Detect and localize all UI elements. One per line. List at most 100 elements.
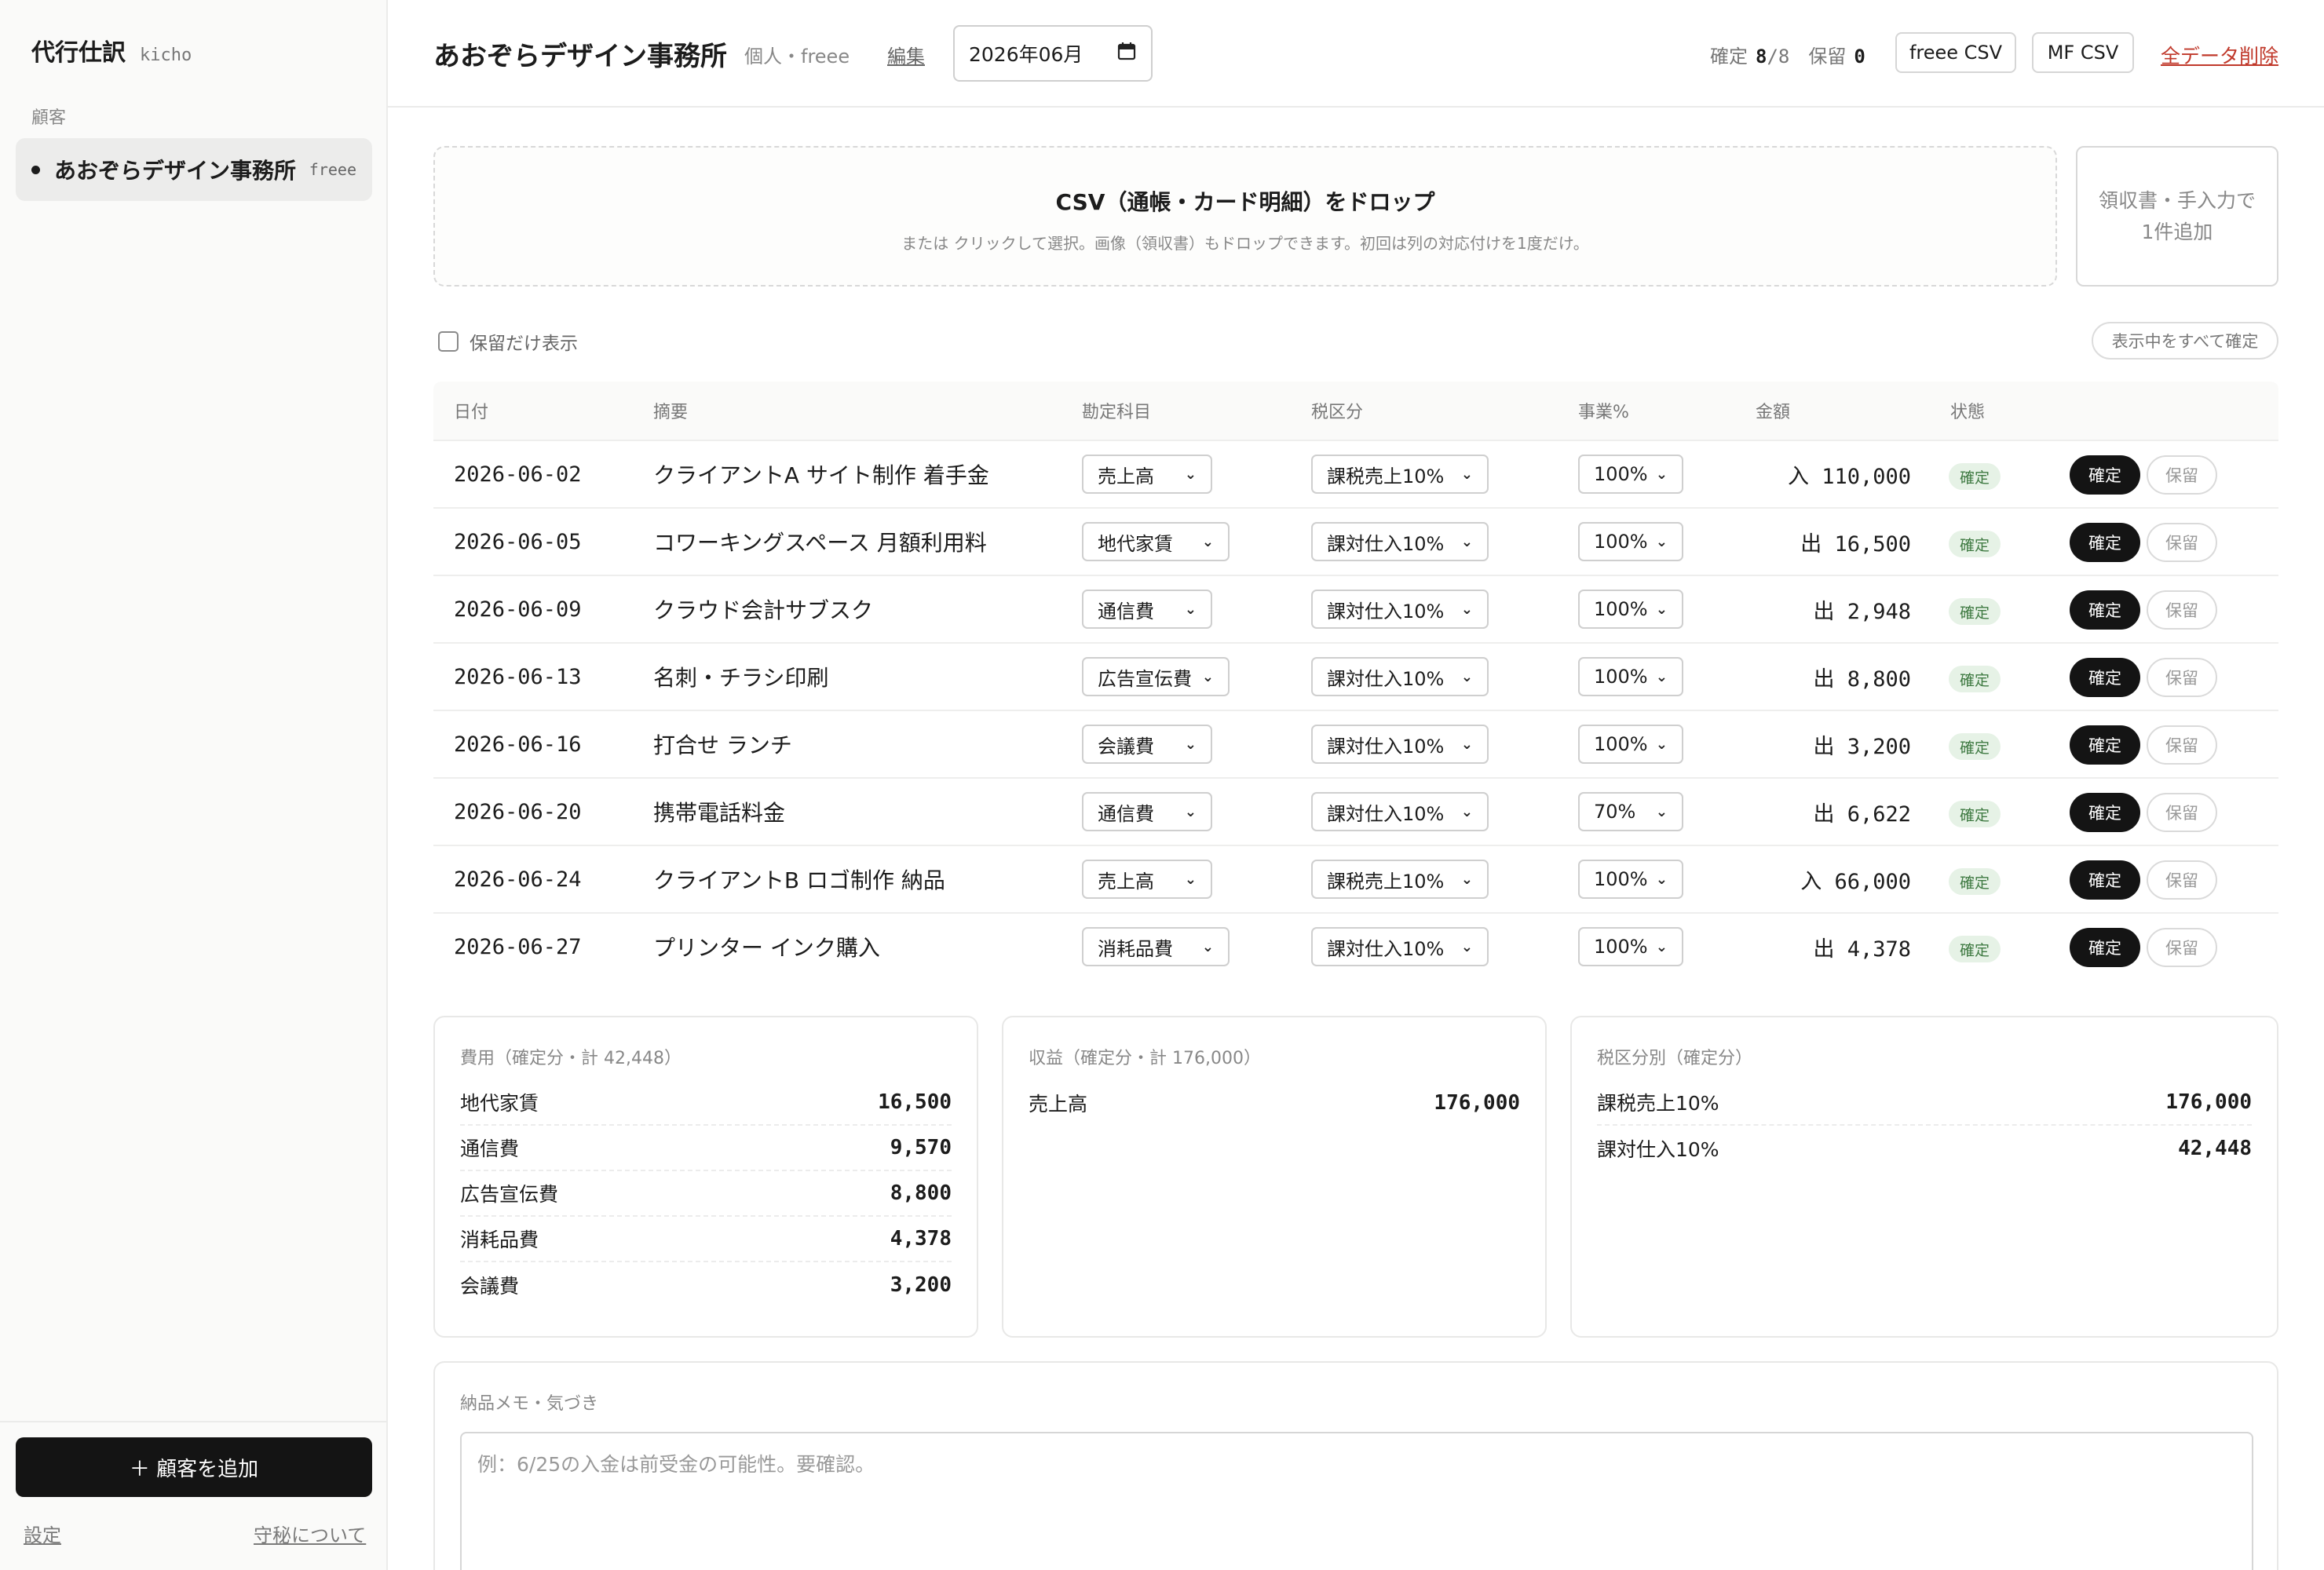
confirmed-total: /8 (1767, 46, 1790, 68)
expenses-title: 費用（確定分・計 42,448） (460, 1049, 681, 1068)
account-select[interactable]: 会議費 ⌄ (1082, 725, 1212, 764)
edit-link[interactable]: 編集 (887, 41, 925, 68)
chevron-down-icon: ⌄ (1184, 803, 1197, 820)
add-client-button[interactable]: ＋ 顧客を追加 (16, 1437, 372, 1497)
business-pct-select[interactable]: 100% ⌄ (1578, 522, 1683, 561)
business-pct-select-value: 100% (1594, 531, 1648, 553)
mf-csv-button[interactable]: MF CSV (2032, 32, 2134, 73)
dropzone-title: CSV（通帳・カード明細）をドロップ (1055, 189, 1435, 215)
confidentiality-link[interactable]: 守秘について (254, 1520, 366, 1547)
business-pct-select[interactable]: 100% ⌄ (1578, 455, 1683, 494)
account-select-value: 地代家賃 (1098, 532, 1173, 555)
hold-only-filter[interactable]: 保留だけ表示 (438, 328, 578, 355)
active-dot-icon (31, 165, 40, 174)
tax-select[interactable]: 課税売上10% ⌄ (1311, 455, 1489, 494)
hold-button[interactable]: 保留 (2147, 523, 2217, 562)
account-select[interactable]: 通信費 ⌄ (1082, 590, 1212, 629)
header-account: 勘定科目 (1082, 403, 1152, 422)
freee-csv-button[interactable]: freee CSV (1895, 32, 2016, 73)
business-pct-select[interactable]: 100% ⌄ (1578, 657, 1683, 696)
business-pct-select-value: 100% (1594, 598, 1648, 620)
business-pct-select[interactable]: 100% ⌄ (1578, 927, 1683, 966)
tax-select[interactable]: 課対仕入10% ⌄ (1311, 522, 1489, 561)
tax-select-value: 課対仕入10% (1327, 937, 1445, 960)
business-pct-select-value: 100% (1594, 463, 1648, 485)
chevron-down-icon: ⌄ (1201, 938, 1214, 955)
hold-button[interactable]: 保留 (2147, 455, 2217, 495)
row-description: プリンター インク購入 (653, 935, 880, 961)
status-counts: 確定 8/8 保留 0 (1710, 41, 1865, 68)
delete-all-link[interactable]: 全データ削除 (2161, 41, 2278, 69)
account-select-value: 売上高 (1098, 870, 1154, 893)
business-pct-select[interactable]: 100% ⌄ (1578, 590, 1683, 629)
tax-select-value: 課対仕入10% (1327, 802, 1445, 825)
summary-value: 8,800 (890, 1181, 952, 1205)
business-pct-select[interactable]: 100% ⌄ (1578, 860, 1683, 899)
hold-only-checkbox[interactable] (438, 331, 459, 352)
account-select[interactable]: 通信費 ⌄ (1082, 792, 1212, 831)
status-badge: 確定 (1949, 531, 2001, 557)
confirm-button[interactable]: 確定 (2070, 725, 2140, 765)
confirm-button[interactable]: 確定 (2070, 523, 2140, 562)
row-amount: 入 110,000 (1787, 464, 1911, 489)
header-tax: 税区分 (1311, 403, 1364, 422)
tax-category-list: 課税売上10% 176,000 課対仕入10% 42,448 (1597, 1080, 2252, 1171)
settings-link[interactable]: 設定 (24, 1520, 61, 1547)
account-select[interactable]: 消耗品費 ⌄ (1082, 927, 1230, 966)
confirm-button[interactable]: 確定 (2070, 590, 2140, 630)
dropzone-subtitle: または クリックして選択。画像（領収書）もドロップできます。初回は列の対応付けを… (901, 234, 1589, 253)
row-date: 2026-06-27 (454, 934, 582, 959)
tax-select[interactable]: 課対仕入10% ⌄ (1311, 657, 1489, 696)
manual-add-button[interactable]: 領収書・手入力で 1件追加 (2076, 146, 2278, 287)
chevron-down-icon: ⌄ (1184, 601, 1197, 618)
confirm-button[interactable]: 確定 (2070, 860, 2140, 900)
confirm-all-button[interactable]: 表示中をすべて確定 (2092, 322, 2278, 360)
csv-dropzone[interactable]: CSV（通帳・カード明細）をドロップ または クリックして選択。画像（領収書）も… (433, 146, 2057, 287)
table-row: 2026-06-16 打合せ ランチ 会議費 ⌄ 課対仕入10% ⌄ 100% ⌄ 出 3,20… (433, 710, 2278, 777)
confirm-button[interactable]: 確定 (2070, 928, 2140, 967)
tax-select[interactable]: 課対仕入10% ⌄ (1311, 927, 1489, 966)
confirm-button[interactable]: 確定 (2070, 455, 2140, 495)
hold-button[interactable]: 保留 (2147, 725, 2217, 765)
tax-select[interactable]: 課税売上10% ⌄ (1311, 860, 1489, 899)
business-pct-select-value: 100% (1594, 733, 1648, 755)
header: あおぞらデザイン事務所 個人・freee 編集 2026年06月 確定 8/8 … (388, 0, 2324, 108)
chevron-down-icon: ⌄ (1655, 736, 1668, 753)
month-picker[interactable]: 2026年06月 (953, 25, 1153, 82)
header-date: 日付 (454, 403, 489, 422)
chevron-down-icon: ⌄ (1460, 938, 1473, 955)
account-select[interactable]: 売上高 ⌄ (1082, 860, 1212, 899)
hold-button[interactable]: 保留 (2147, 590, 2217, 630)
account-select-value: 売上高 (1098, 465, 1154, 487)
memo-textarea[interactable]: 例：6/25の入金は前受金の可能性。要確認。 (460, 1432, 2253, 1570)
chevron-down-icon: ⌄ (1460, 871, 1473, 888)
summary-row: 広告宣伝費 8,800 (460, 1171, 952, 1217)
row-description: コワーキングスペース 月額利用料 (653, 530, 987, 556)
sidebar-item-client[interactable]: あおぞらデザイン事務所 freee (16, 138, 372, 201)
row-description: クライアントA サイト制作 着手金 (653, 462, 989, 488)
confirm-button[interactable]: 確定 (2070, 793, 2140, 832)
account-select[interactable]: 地代家賃 ⌄ (1082, 522, 1230, 561)
hold-button[interactable]: 保留 (2147, 658, 2217, 697)
tax-select[interactable]: 課対仕入10% ⌄ (1311, 792, 1489, 831)
business-pct-select[interactable]: 100% ⌄ (1578, 725, 1683, 764)
page-title: あおぞらデザイン事務所 (433, 41, 727, 72)
account-select[interactable]: 売上高 ⌄ (1082, 455, 1212, 494)
summary-label: 地代家賃 (460, 1092, 539, 1115)
table-row: 2026-06-02 クライアントA サイト制作 着手金 売上高 ⌄ 課税売上10% ⌄ 1… (433, 440, 2278, 507)
tax-select[interactable]: 課対仕入10% ⌄ (1311, 590, 1489, 629)
tax-select-value: 課対仕入10% (1327, 735, 1445, 758)
row-amount: 入 66,000 (1800, 869, 1911, 894)
confirm-button[interactable]: 確定 (2070, 658, 2140, 697)
chevron-down-icon: ⌄ (1184, 466, 1197, 483)
manual-add-line2: 1件追加 (2141, 220, 2213, 243)
summary-value: 176,000 (2165, 1090, 2252, 1114)
hold-button[interactable]: 保留 (2147, 860, 2217, 900)
hold-button[interactable]: 保留 (2147, 793, 2217, 832)
chevron-down-icon: ⌄ (1655, 601, 1668, 618)
account-select[interactable]: 広告宣伝費 ⌄ (1082, 657, 1230, 696)
hold-button[interactable]: 保留 (2147, 928, 2217, 967)
business-pct-select[interactable]: 70% ⌄ (1578, 792, 1683, 831)
chevron-down-icon: ⌄ (1184, 736, 1197, 753)
tax-select[interactable]: 課対仕入10% ⌄ (1311, 725, 1489, 764)
